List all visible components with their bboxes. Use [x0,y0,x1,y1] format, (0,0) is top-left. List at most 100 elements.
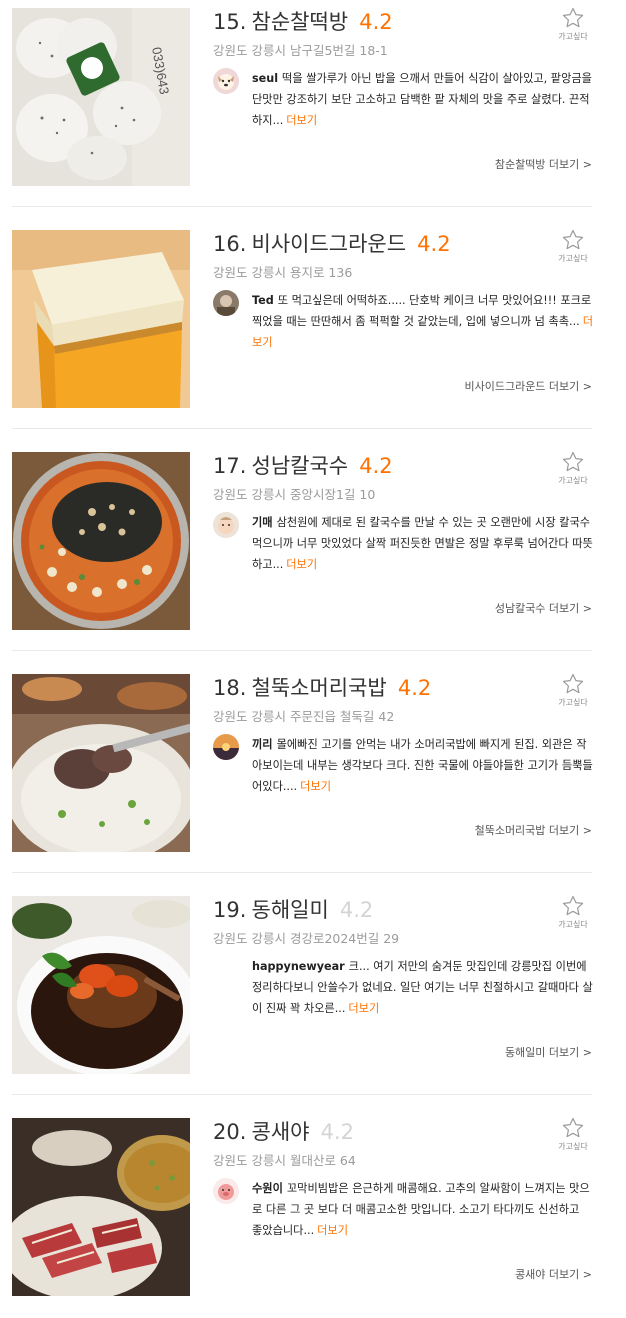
beef-tataki-thumbnail[interactable] [12,1118,190,1296]
review-text-block: seul 떡을 쌀가루가 아닌 밥을 으깨서 만들어 식감이 살아있고, 팥앙금을… [252,68,593,131]
wishlist-button[interactable]: 가고싶다 [553,6,593,42]
restaurant-address: 강원도 강릉시 중앙시장1길 10 [213,487,376,502]
restaurant-name[interactable]: 철뚝소머리국밥 [252,676,387,700]
restaurant-name[interactable]: 참순찰떡방 [252,10,349,34]
divider [12,206,592,207]
reviewer-name[interactable]: 기매 [252,516,273,529]
list-item: 18. 철뚝소머리국밥 4.2 강원도 강릉시 주문진읍 철둑길 42 가고싶다… [0,652,626,874]
rank-number: 19. [213,898,247,922]
rank-number: 15. [213,10,247,34]
restaurant-info: 17. 성남칼국수 4.2 강원도 강릉시 중앙시장1길 10 가고싶다 기매 삼… [213,444,603,644]
divider [12,872,592,873]
beef-soup-thumbnail[interactable] [12,674,190,852]
divider [12,428,592,429]
review-text-block: 수원이 꼬막비빔밥은 은근하게 매콤해요. 고추의 알싸함이 느껴지는 맛으로 다… [252,1178,593,1241]
wishlist-label: 가고싶다 [558,920,588,929]
wishlist-button[interactable]: 가고싶다 [553,894,593,930]
crab-thumbnail[interactable] [12,896,190,1074]
review-snippet: Ted 또 먹고싶은데 어떡하죠..... 단호박 케이크 너무 맛있어요!!! … [213,290,593,353]
reviewer-name[interactable]: Ted [252,294,274,307]
restaurant-name[interactable]: 성남칼국수 [252,454,349,478]
wishlist-button[interactable]: 가고싶다 [553,672,593,708]
rating-score: 4.2 [320,1120,354,1144]
rating-score: 4.2 [339,898,374,922]
restaurant-more-link[interactable]: 비사이드그라운드 더보기 > [464,378,592,394]
restaurant-info: 19. 동해일미 4.2 강원도 강릉시 경강로2024번길 29 가고싶다 h… [213,888,603,1088]
sunset-avatar [213,734,239,760]
rank-number: 18. [213,676,247,700]
wishlist-label: 가고싶다 [558,698,588,707]
read-more-link[interactable]: 더보기 [286,114,317,127]
rice-cake-thumbnail[interactable]: 033)643 [12,8,190,186]
restaurant-more-link[interactable]: 성남칼국수 더보기 > [495,600,592,616]
restaurant-address: 강원도 강릉시 월대산로 64 [213,1153,356,1168]
review-text-block: 기매 삼천원에 제대로 된 칼국수를 만날 수 있는 곳 오랜만에 시장 칼국수 … [252,512,593,575]
reviewer-name[interactable]: seul [252,72,278,85]
read-more-link[interactable]: 더보기 [317,1224,348,1237]
wishlist-button[interactable]: 가고싶다 [553,228,593,264]
restaurant-address: 강원도 강릉시 경강로2024번길 29 [213,931,400,946]
beef-soup-photo-icon [12,674,190,852]
dog-avatar [213,68,239,94]
restaurant-address: 강원도 강릉시 용지로 136 [213,265,353,280]
rice-cake-photo-icon: 033)643 [12,8,190,186]
review-text: 또 먹고싶은데 어떡하죠..... 단호박 케이크 너무 맛있어요!!! 포크로… [252,294,592,328]
list-item: 033)643 15. 참순찰떡방 4.2 강원도 강릉시 남구길5번길 18-… [0,0,626,208]
star-outline-icon [562,673,584,694]
list-item: 19. 동해일미 4.2 강원도 강릉시 경강로2024번길 29 가고싶다 h… [0,874,626,1096]
cake-photo-icon [12,230,190,408]
divider [12,1094,592,1095]
star-outline-icon [562,1117,584,1138]
restaurant-more-link[interactable]: 참순찰떡방 더보기 > [495,156,592,172]
restaurant-more-link[interactable]: 동해일미 더보기 > [505,1044,592,1060]
wishlist-label: 가고싶다 [558,254,588,263]
wishlist-button[interactable]: 가고싶다 [553,1116,593,1152]
reviewer-name[interactable]: 끼리 [252,738,273,751]
read-more-link[interactable]: 더보기 [348,1002,379,1015]
restaurant-title[interactable]: 16. 비사이드그라운드 4.2 [213,228,451,258]
review-text-block: Ted 또 먹고싶은데 어떡하죠..... 단호박 케이크 너무 맛있어요!!! … [252,290,593,353]
restaurant-more-link[interactable]: 철뚝소머리국밥 더보기 > [475,822,592,838]
read-more-link[interactable]: 더보기 [300,780,331,793]
restaurant-name[interactable]: 콩새야 [252,1120,310,1144]
review-text-block: happynewyear 크... 여기 저만의 숨겨둔 맛집인데 강릉맛집 이번… [252,956,593,1019]
restaurant-title[interactable]: 17. 성남칼국수 4.2 [213,450,393,480]
review-snippet: 기매 삼천원에 제대로 된 칼국수를 만날 수 있는 곳 오랜만에 시장 칼국수 … [213,512,593,575]
restaurant-list: 033)643 15. 참순찰떡방 4.2 강원도 강릉시 남구길5번길 18-… [0,0,626,1318]
read-more-link[interactable]: 더보기 [286,558,317,571]
reviewer-name[interactable]: 수원이 [252,1182,283,1195]
restaurant-address: 강원도 강릉시 남구길5번길 18-1 [213,43,388,58]
restaurant-title[interactable]: 15. 참순찰떡방 4.2 [213,6,393,36]
restaurant-info: 15. 참순찰떡방 4.2 강원도 강릉시 남구길5번길 18-1 가고싶다 s… [213,0,603,200]
rating-score: 4.2 [417,232,451,256]
restaurant-title[interactable]: 18. 철뚝소머리국밥 4.2 [213,672,431,702]
photo-avatar [213,290,239,316]
restaurant-info: 20. 콩새야 4.2 강원도 강릉시 월대산로 64 가고싶다 수원이 꼬막비빔… [213,1110,603,1310]
restaurant-name[interactable]: 동해일미 [252,898,329,922]
rating-score: 4.2 [397,676,432,700]
baby-avatar [213,512,239,538]
rank-number: 16. [213,232,247,256]
rating-score: 4.2 [359,10,393,34]
star-outline-icon [562,229,584,250]
star-outline-icon [562,895,584,916]
review-text: 꼬막비빔밥은 은근하게 매콤해요. 고추의 알싸함이 느껴지는 맛으로 다른 그… [252,1182,590,1237]
restaurant-title[interactable]: 20. 콩새야 4.2 [213,1116,354,1146]
wishlist-label: 가고싶다 [558,476,588,485]
rank-number: 17. [213,454,247,478]
restaurant-name[interactable]: 비사이드그라운드 [252,232,407,256]
noodle-soup-thumbnail[interactable] [12,452,190,630]
cake-thumbnail[interactable] [12,230,190,408]
restaurant-info: 16. 비사이드그라운드 4.2 강원도 강릉시 용지로 136 가고싶다 Te… [213,222,603,422]
beef-tataki-photo-icon [12,1118,190,1296]
wishlist-label: 가고싶다 [558,32,588,41]
list-item: 16. 비사이드그라운드 4.2 강원도 강릉시 용지로 136 가고싶다 Te… [0,208,626,430]
review-snippet: 수원이 꼬막비빔밥은 은근하게 매콤해요. 고추의 알싸함이 느껴지는 맛으로 다… [213,1178,593,1241]
review-text-block: 끼리 몰에빠진 고기를 안먹는 내가 소머리국밥에 빠지게 된집. 외관은 작아보… [252,734,593,797]
star-outline-icon [562,451,584,472]
restaurant-more-link[interactable]: 콩새야 더보기 > [515,1266,592,1282]
list-item: 20. 콩새야 4.2 강원도 강릉시 월대산로 64 가고싶다 수원이 꼬막비빔… [0,1096,626,1318]
reviewer-name[interactable]: happynewyear [252,960,345,973]
restaurant-title[interactable]: 19. 동해일미 4.2 [213,894,373,924]
wishlist-button[interactable]: 가고싶다 [553,450,593,486]
